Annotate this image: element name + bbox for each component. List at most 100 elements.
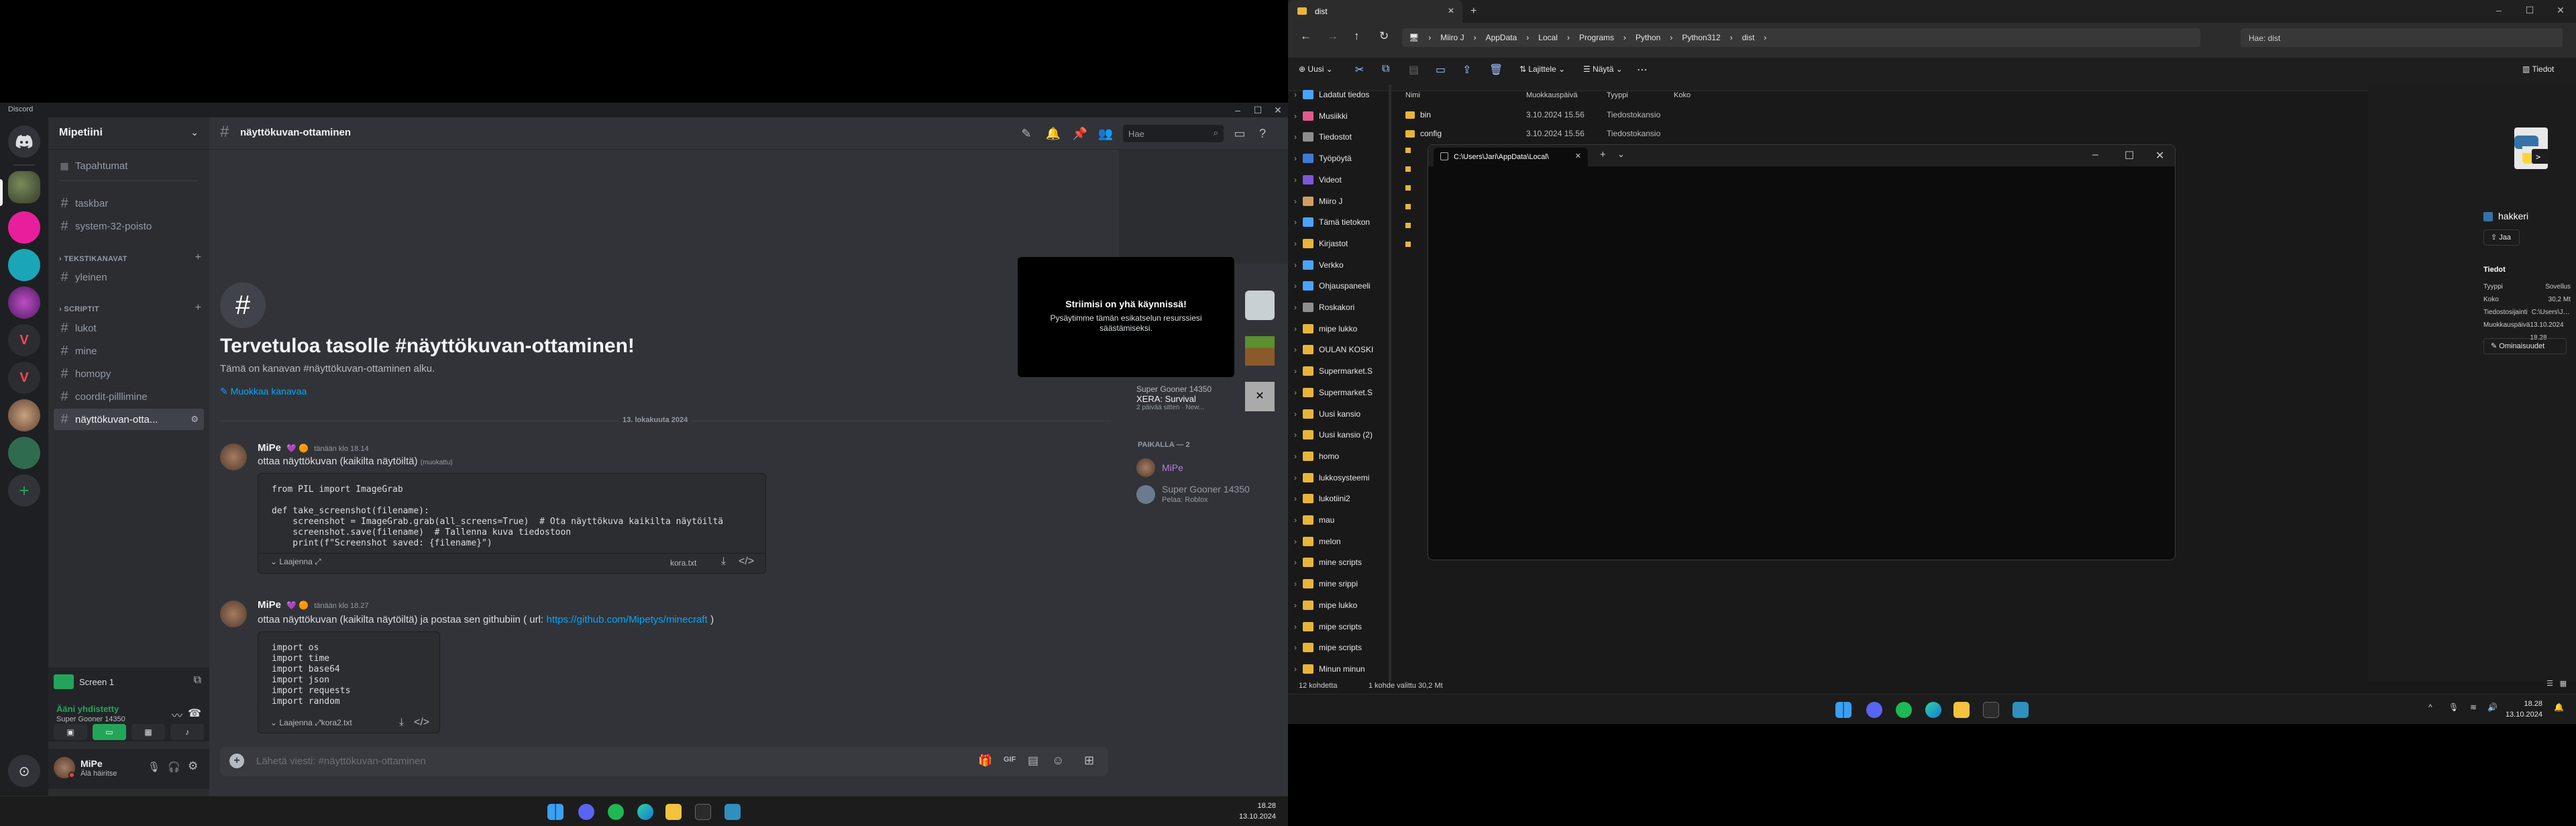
nav-item[interactable]: › Supermarket.S (1288, 361, 1389, 381)
disconnect-icon[interactable]: ☎ (188, 707, 201, 720)
emoji-icon[interactable]: ☺ (1052, 754, 1064, 768)
server-purple-icon[interactable] (8, 287, 40, 319)
nav-item[interactable]: › Videot (1288, 170, 1389, 190)
bell-icon[interactable]: 🔔 (1045, 125, 1061, 142)
member-item[interactable]: MiPe (1134, 456, 1268, 482)
server-face-icon[interactable] (8, 399, 40, 431)
chevron-right-icon[interactable]: › (1288, 366, 1303, 376)
edge-icon[interactable] (637, 804, 653, 820)
file-row[interactable]: bin 3.10.2024 15.56 Tiedostokansio (1385, 106, 1761, 123)
mic-tray-icon[interactable]: 🎙 (2449, 703, 2459, 712)
spotify-icon[interactable] (608, 804, 624, 820)
chevron-right-icon[interactable]: › (1288, 622, 1303, 631)
chevron-right-icon[interactable]: › (1288, 175, 1303, 185)
headphones-icon[interactable]: 🎧 (168, 761, 180, 773)
minimize-icon[interactable]: – (2483, 0, 2514, 20)
category-text[interactable]: › TEKSTIKANAVAT (59, 255, 127, 263)
chevron-right-icon[interactable]: › (1288, 579, 1303, 588)
nav-item[interactable]: › mipe lukko (1288, 319, 1389, 339)
nav-item[interactable]: › mine scripts (1288, 552, 1389, 572)
server-cyan-icon[interactable] (8, 249, 40, 281)
chevron-right-icon[interactable]: › (1288, 409, 1303, 419)
view-code-icon[interactable]: </> (414, 717, 429, 729)
new-tab-icon[interactable]: + (1600, 149, 1606, 160)
attachment-filename[interactable]: kora2.txt (321, 718, 352, 727)
server-pink-icon[interactable] (8, 211, 40, 244)
chevron-right-icon[interactable]: › (1288, 90, 1303, 99)
nav-item[interactable]: › mipe scripts (1288, 617, 1389, 637)
new-tab-icon[interactable]: + (1470, 5, 1477, 17)
more-icon[interactable]: ⋯ (1637, 63, 1648, 76)
column-name[interactable]: Nimi (1405, 91, 1420, 99)
chevron-right-icon[interactable]: › (1288, 558, 1303, 567)
new-button[interactable]: ⊕ Uusi ⌄ (1299, 64, 1333, 74)
chevron-right-icon[interactable]: › (1288, 260, 1303, 270)
discord-home-icon[interactable] (8, 125, 40, 158)
channel-homopy[interactable]: # homopy (54, 363, 204, 384)
message-author[interactable]: MiPe (258, 442, 281, 454)
minimize-icon[interactable]: – (2092, 149, 2098, 161)
clock-time[interactable]: 18.28 (1239, 801, 1276, 811)
channel-mine[interactable]: # mine (54, 340, 204, 362)
details-pane-button[interactable]: ▥ Tiedot (2522, 64, 2554, 74)
close-icon[interactable]: ✕ (2545, 0, 2576, 20)
terminal-icon[interactable] (695, 804, 711, 820)
add-channel-icon[interactable]: + (195, 302, 201, 314)
gif-icon[interactable]: GIF (1004, 756, 1016, 764)
expand-button[interactable]: ⌄ Laajenna ⤢ (270, 557, 321, 567)
gift-icon[interactable]: 🎁 (978, 754, 992, 768)
chevron-right-icon[interactable]: › (1288, 537, 1303, 546)
nav-item[interactable]: › Tämä tietokon (1288, 212, 1389, 232)
chevron-right-icon[interactable]: › (1288, 601, 1303, 610)
settings-icon[interactable]: ⚙ (191, 414, 199, 425)
category-scripts[interactable]: › SCRIPTIT (59, 305, 99, 313)
up-icon[interactable]: ↑ (1354, 30, 1360, 43)
tiles-view-icon[interactable]: ▦ (2560, 679, 2567, 688)
nav-item[interactable]: › Uusi kansio (1288, 404, 1389, 424)
server-mipetiini-icon[interactable] (8, 171, 40, 203)
chevron-right-icon[interactable]: › (1288, 111, 1303, 121)
app-icon[interactable] (724, 804, 741, 820)
terminal-window[interactable]: C:\Users\Jari\AppData\Local\ ✕ + ⌄ – ☐ ✕ (1428, 144, 2176, 560)
discord-taskbar-icon[interactable] (1866, 702, 1882, 718)
breadcrumb-item[interactable]: Local (1538, 33, 1558, 42)
nav-item[interactable]: › lukkosysteemi (1288, 468, 1389, 488)
nav-item[interactable]: › mau (1288, 510, 1389, 530)
download-icon[interactable]: ⤓ (399, 717, 404, 729)
server-valorant2-icon[interactable]: V (8, 362, 40, 394)
spotify-icon[interactable] (1896, 702, 1912, 718)
chevron-right-icon[interactable]: › (1288, 324, 1303, 333)
nav-item[interactable]: › melon (1288, 531, 1389, 552)
nav-item[interactable]: › mipe lukko (1288, 595, 1389, 615)
dropdown-icon[interactable]: ⌄ (1617, 149, 1625, 160)
paste-icon[interactable]: ▤ (1409, 63, 1419, 76)
help-icon[interactable]: ? (1254, 125, 1271, 142)
chevron-right-icon[interactable]: › (1288, 388, 1303, 397)
edit-channel-link[interactable]: ✎ Muokkaa kanavaa (220, 386, 307, 397)
nav-item[interactable]: › Roskakori (1288, 297, 1389, 317)
code-block[interactable]: import os import time import base64 impo… (258, 632, 439, 711)
details-view-icon[interactable]: ☰ (2546, 679, 2553, 688)
sort-button[interactable]: ⇅ Lajittele ⌄ (1519, 64, 1565, 74)
nav-item[interactable]: › Ladatut tiedos (1288, 85, 1389, 105)
server-valorant-icon[interactable]: V (8, 324, 40, 356)
column-type[interactable]: Tyyppi (1607, 91, 1628, 99)
nav-item[interactable]: › Ohjauspaneeli (1288, 276, 1389, 296)
server-header[interactable]: Mipetiini ⌄ (48, 117, 209, 150)
attach-icon[interactable]: + (229, 754, 244, 768)
clock-time[interactable]: 18.28 (2506, 699, 2542, 709)
copy-icon[interactable]: ⧉ (1382, 63, 1389, 75)
nav-item[interactable]: › Työpöytä (1288, 148, 1389, 168)
breadcrumb-item[interactable]: Miiro J (1440, 33, 1464, 42)
chevron-right-icon[interactable]: › (1288, 281, 1303, 291)
nav-item[interactable]: › Kirjastot (1288, 234, 1389, 254)
close-icon[interactable]: ✕ (1268, 103, 1288, 117)
expand-button[interactable]: ⌄ Laajenna ⤢kora2.txt (270, 718, 352, 728)
terminal-tab[interactable]: C:\Users\Jari\AppData\Local\ ✕ (1434, 148, 1588, 166)
file-explorer-icon[interactable] (1953, 702, 1970, 718)
channel-coordit[interactable]: # coordit-pilllimine (54, 386, 204, 407)
chevron-right-icon[interactable]: › (1288, 430, 1303, 440)
chevron-right-icon[interactable]: › (1288, 303, 1303, 312)
tray-chevron-icon[interactable]: ^ (2428, 703, 2432, 712)
chevron-right-icon[interactable]: › (1288, 473, 1303, 482)
